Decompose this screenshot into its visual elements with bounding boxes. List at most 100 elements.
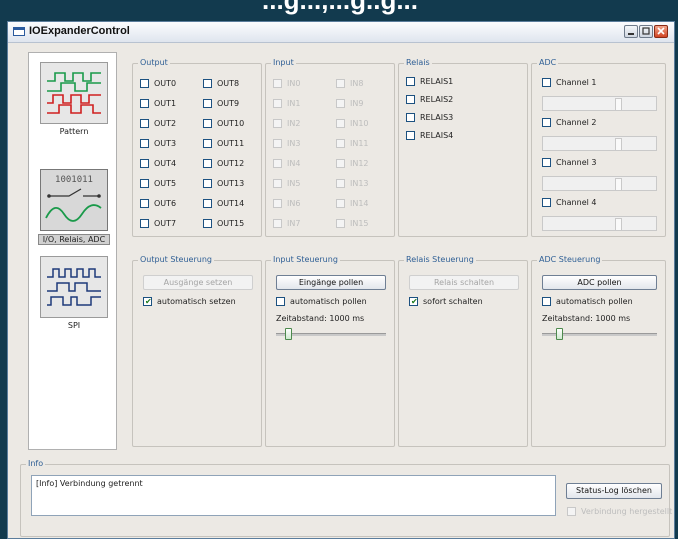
relais-steuerung-group: Relais Steuerung Relais schalten ✔ sofort… bbox=[398, 255, 528, 447]
channel2-checkbox[interactable]: Channel 2 bbox=[542, 118, 596, 127]
in14-checkbox: IN14 bbox=[336, 199, 369, 208]
relais2-checkbox[interactable]: RELAIS2 bbox=[406, 95, 453, 104]
in13-checkbox: IN13 bbox=[336, 179, 369, 188]
in6-checkbox: IN6 bbox=[273, 199, 300, 208]
pattern-waveform-icon bbox=[40, 62, 108, 124]
window-app-icon bbox=[13, 27, 25, 36]
background-banner: ...g...,...g..g... bbox=[0, 0, 678, 22]
svg-text:1001011: 1001011 bbox=[55, 175, 93, 185]
input-interval-label: Zeitabstand: 1000 ms bbox=[276, 314, 365, 323]
close-icon bbox=[657, 27, 665, 35]
adc-steuerung-title: ADC Steuerung bbox=[537, 255, 603, 264]
adc-interval-slider[interactable] bbox=[542, 328, 657, 340]
channel4-value-bar bbox=[542, 216, 657, 231]
input-steuerung-group: Input Steuerung Eingänge pollen automati… bbox=[265, 255, 395, 447]
adc-group-title: ADC bbox=[537, 58, 559, 67]
input-interval-slider[interactable] bbox=[276, 328, 386, 340]
slider-handle[interactable] bbox=[285, 328, 292, 340]
in11-checkbox: IN11 bbox=[336, 139, 369, 148]
in5-checkbox: IN5 bbox=[273, 179, 300, 188]
input-steuerung-title: Input Steuerung bbox=[271, 255, 340, 264]
out11-checkbox[interactable]: OUT11 bbox=[203, 139, 244, 148]
out10-checkbox[interactable]: OUT10 bbox=[203, 119, 244, 128]
adc-interval-label: Zeitabstand: 1000 ms bbox=[542, 314, 631, 323]
out13-checkbox[interactable]: OUT13 bbox=[203, 179, 244, 188]
relais-group: Relais RELAIS1 RELAIS2 RELAIS3 RELAIS4 bbox=[398, 58, 528, 237]
adc-pollen-button[interactable]: ADC pollen bbox=[542, 275, 657, 290]
input-automatisch-pollen-checkbox[interactable]: automatisch pollen bbox=[276, 297, 367, 306]
input-group: Input IN0 IN1 IN2 IN3 IN4 IN5 IN6 IN7 IN… bbox=[265, 58, 395, 237]
minimize-button[interactable] bbox=[624, 25, 638, 38]
out8-checkbox[interactable]: OUT8 bbox=[203, 79, 239, 88]
out12-checkbox[interactable]: OUT12 bbox=[203, 159, 244, 168]
eingaenge-pollen-button[interactable]: Eingänge pollen bbox=[276, 275, 386, 290]
adc-automatisch-pollen-checkbox[interactable]: automatisch pollen bbox=[542, 297, 633, 306]
out4-checkbox[interactable]: OUT4 bbox=[140, 159, 176, 168]
minimize-icon bbox=[628, 33, 634, 35]
sidebar-item-label: SPI bbox=[67, 321, 81, 330]
channel2-value-bar bbox=[542, 136, 657, 151]
in4-checkbox: IN4 bbox=[273, 159, 300, 168]
in0-checkbox: IN0 bbox=[273, 79, 300, 88]
in8-checkbox: IN8 bbox=[336, 79, 363, 88]
out3-checkbox[interactable]: OUT3 bbox=[140, 139, 176, 148]
in12-checkbox: IN12 bbox=[336, 159, 369, 168]
banner-text: ...g...,...g..g... bbox=[262, 0, 418, 15]
output-group-title: Output bbox=[138, 58, 170, 67]
window-title: IOExpanderControl bbox=[29, 25, 130, 37]
sidebar-item-spi[interactable]: SPI bbox=[38, 256, 110, 330]
relais-steuerung-title: Relais Steuerung bbox=[404, 255, 476, 264]
out15-checkbox[interactable]: OUT15 bbox=[203, 219, 244, 228]
close-button[interactable] bbox=[654, 25, 668, 38]
channel1-checkbox[interactable]: Channel 1 bbox=[542, 78, 596, 87]
title-bar[interactable]: IOExpanderControl bbox=[8, 22, 674, 43]
spi-waveform-icon bbox=[40, 256, 108, 318]
slider-handle[interactable] bbox=[556, 328, 563, 340]
io-relay-adc-icon: 1001011 bbox=[40, 169, 108, 231]
out2-checkbox[interactable]: OUT2 bbox=[140, 119, 176, 128]
check-icon: ✔ bbox=[145, 297, 152, 306]
sidebar-item-label: I/O, Relais, ADC bbox=[38, 234, 110, 245]
app-window: IOExpanderControl Pattern 1001011 I/O, R… bbox=[7, 21, 675, 539]
ausgaenge-setzen-button: Ausgänge setzen bbox=[143, 275, 253, 290]
out5-checkbox[interactable]: OUT5 bbox=[140, 179, 176, 188]
adc-group: ADC Channel 1 Channel 2 Channel 3 Channe… bbox=[531, 58, 666, 237]
relais1-checkbox[interactable]: RELAIS1 bbox=[406, 77, 453, 86]
relais3-checkbox[interactable]: RELAIS3 bbox=[406, 113, 453, 122]
check-icon: ✔ bbox=[411, 297, 418, 306]
sidebar-item-pattern[interactable]: Pattern bbox=[38, 62, 110, 136]
sidebar-item-label: Pattern bbox=[59, 127, 89, 136]
out6-checkbox[interactable]: OUT6 bbox=[140, 199, 176, 208]
automatisch-setzen-checkbox[interactable]: ✔ automatisch setzen bbox=[143, 297, 236, 306]
channel4-checkbox[interactable]: Channel 4 bbox=[542, 198, 596, 207]
sofort-schalten-checkbox[interactable]: ✔ sofort schalten bbox=[409, 297, 483, 306]
in10-checkbox: IN10 bbox=[336, 119, 369, 128]
sidebar-item-io-relais-adc[interactable]: 1001011 I/O, Relais, ADC bbox=[38, 169, 110, 245]
out7-checkbox[interactable]: OUT7 bbox=[140, 219, 176, 228]
out14-checkbox[interactable]: OUT14 bbox=[203, 199, 244, 208]
relais4-checkbox[interactable]: RELAIS4 bbox=[406, 131, 453, 140]
in1-checkbox: IN1 bbox=[273, 99, 300, 108]
info-group-title: Info bbox=[26, 459, 46, 468]
status-log-loeschen-button[interactable]: Status-Log löschen bbox=[566, 483, 662, 499]
channel3-value-bar bbox=[542, 176, 657, 191]
in3-checkbox: IN3 bbox=[273, 139, 300, 148]
relais-group-title: Relais bbox=[404, 58, 432, 67]
verbindung-hergestellt-checkbox: Verbindung hergestellt bbox=[567, 507, 672, 516]
out9-checkbox[interactable]: OUT9 bbox=[203, 99, 239, 108]
output-steuerung-title: Output Steuerung bbox=[138, 255, 214, 264]
out0-checkbox[interactable]: OUT0 bbox=[140, 79, 176, 88]
status-log[interactable]: [Info] Verbindung getrennt bbox=[31, 475, 556, 516]
in9-checkbox: IN9 bbox=[336, 99, 363, 108]
out1-checkbox[interactable]: OUT1 bbox=[140, 99, 176, 108]
input-group-title: Input bbox=[271, 58, 296, 67]
log-line: [Info] Verbindung getrennt bbox=[36, 479, 143, 488]
maximize-icon bbox=[642, 27, 650, 35]
maximize-button[interactable] bbox=[639, 25, 653, 38]
in2-checkbox: IN2 bbox=[273, 119, 300, 128]
sidebar-panel: Pattern 1001011 I/O, Relais, ADC SPI bbox=[28, 52, 117, 450]
in15-checkbox: IN15 bbox=[336, 219, 369, 228]
output-group: Output OUT0 OUT1 OUT2 OUT3 OUT4 OUT5 OUT… bbox=[132, 58, 262, 237]
channel3-checkbox[interactable]: Channel 3 bbox=[542, 158, 596, 167]
output-steuerung-group: Output Steuerung Ausgänge setzen ✔ automa… bbox=[132, 255, 262, 447]
